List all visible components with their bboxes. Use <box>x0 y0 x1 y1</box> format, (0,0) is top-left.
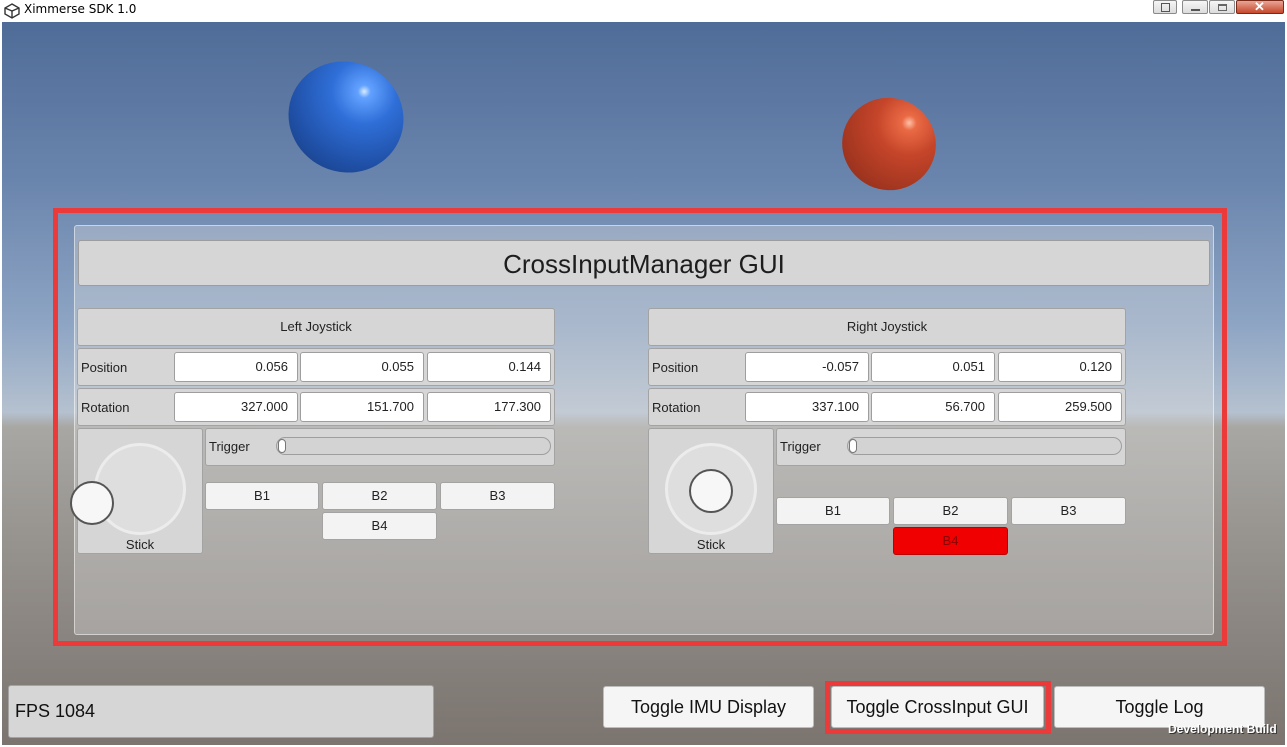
right-trigger-slider[interactable] <box>847 437 1122 455</box>
right-rotation-x-field[interactable]: 337.100 <box>745 392 869 422</box>
minimize-icon <box>1191 9 1200 11</box>
left-rotation-z-field[interactable]: 177.300 <box>427 392 551 422</box>
gui-title: CrossInputManager GUI <box>78 240 1210 286</box>
right-position-row: Position -0.057 0.051 0.120 <box>648 348 1126 386</box>
right-stick-area[interactable]: Stick <box>648 428 774 554</box>
left-trigger-row: Trigger <box>205 428 555 466</box>
right-rotation-y-field[interactable]: 56.700 <box>871 392 995 422</box>
left-rotation-y-field[interactable]: 151.700 <box>300 392 424 422</box>
right-b3-button[interactable]: B3 <box>1011 497 1126 525</box>
right-trigger-thumb[interactable] <box>849 439 857 453</box>
right-joystick-header: Right Joystick <box>648 308 1126 346</box>
right-stick-knob[interactable] <box>689 469 733 513</box>
right-position-z-field[interactable]: 0.120 <box>998 352 1122 382</box>
left-rotation-row: Rotation 327.000 151.700 177.300 <box>77 388 555 426</box>
left-b1-button[interactable]: B1 <box>205 482 319 510</box>
right-b1-button[interactable]: B1 <box>776 497 890 525</box>
left-stick-area[interactable]: Stick <box>70 428 203 554</box>
left-position-label: Position <box>81 360 128 375</box>
title-bar: Ximmerse SDK 1.0 ✕ <box>0 0 1287 22</box>
left-b3-button[interactable]: B3 <box>440 482 555 510</box>
left-rotation-x-field[interactable]: 327.000 <box>174 392 298 422</box>
window-title: Ximmerse SDK 1.0 <box>24 2 137 16</box>
blue-controller-sphere <box>270 42 422 192</box>
unity-logo-icon <box>4 3 20 19</box>
right-position-y-field[interactable]: 0.051 <box>871 352 995 382</box>
game-viewport[interactable]: CrossInputManager GUI Left Joystick Posi… <box>2 22 1285 745</box>
left-trigger-thumb[interactable] <box>278 439 286 453</box>
window-menu-button[interactable] <box>1153 0 1177 14</box>
maximize-button[interactable] <box>1209 0 1235 14</box>
left-position-row: Position 0.056 0.055 0.144 <box>77 348 555 386</box>
right-trigger-label: Trigger <box>780 439 821 454</box>
minimize-button[interactable] <box>1182 0 1208 14</box>
left-trigger-slider[interactable] <box>276 437 551 455</box>
right-b4-button[interactable]: B4 <box>893 527 1008 555</box>
left-joystick-header: Left Joystick <box>77 308 555 346</box>
right-b2-button[interactable]: B2 <box>893 497 1008 525</box>
left-trigger-label: Trigger <box>209 439 250 454</box>
close-button[interactable]: ✕ <box>1236 0 1284 14</box>
left-position-z-field[interactable]: 0.144 <box>427 352 551 382</box>
right-position-x-field[interactable]: -0.057 <box>745 352 869 382</box>
maximize-icon <box>1218 4 1227 11</box>
red-controller-sphere <box>826 82 952 206</box>
fps-counter: FPS 1084 <box>8 685 434 738</box>
right-rotation-z-field[interactable]: 259.500 <box>998 392 1122 422</box>
left-position-y-field[interactable]: 0.055 <box>300 352 424 382</box>
right-stick-label: Stick <box>696 537 726 552</box>
right-rotation-row: Rotation 337.100 56.700 259.500 <box>648 388 1126 426</box>
left-rotation-label: Rotation <box>81 400 130 415</box>
left-b4-button[interactable]: B4 <box>322 512 437 540</box>
toggle-imu-display-button[interactable]: Toggle IMU Display <box>603 686 814 728</box>
development-build-watermark: Development Build <box>1168 722 1277 736</box>
window-menu-icon <box>1161 3 1170 12</box>
close-icon: ✕ <box>1254 0 1265 14</box>
left-b2-button[interactable]: B2 <box>322 482 437 510</box>
right-trigger-row: Trigger <box>776 428 1126 466</box>
toggle-crossinput-gui-button[interactable]: Toggle CrossInput GUI <box>831 686 1044 728</box>
left-position-x-field[interactable]: 0.056 <box>174 352 298 382</box>
left-stick-label: Stick <box>125 537 155 552</box>
left-stick-knob[interactable] <box>70 481 114 525</box>
right-position-label: Position <box>652 360 699 375</box>
right-rotation-label: Rotation <box>652 400 701 415</box>
